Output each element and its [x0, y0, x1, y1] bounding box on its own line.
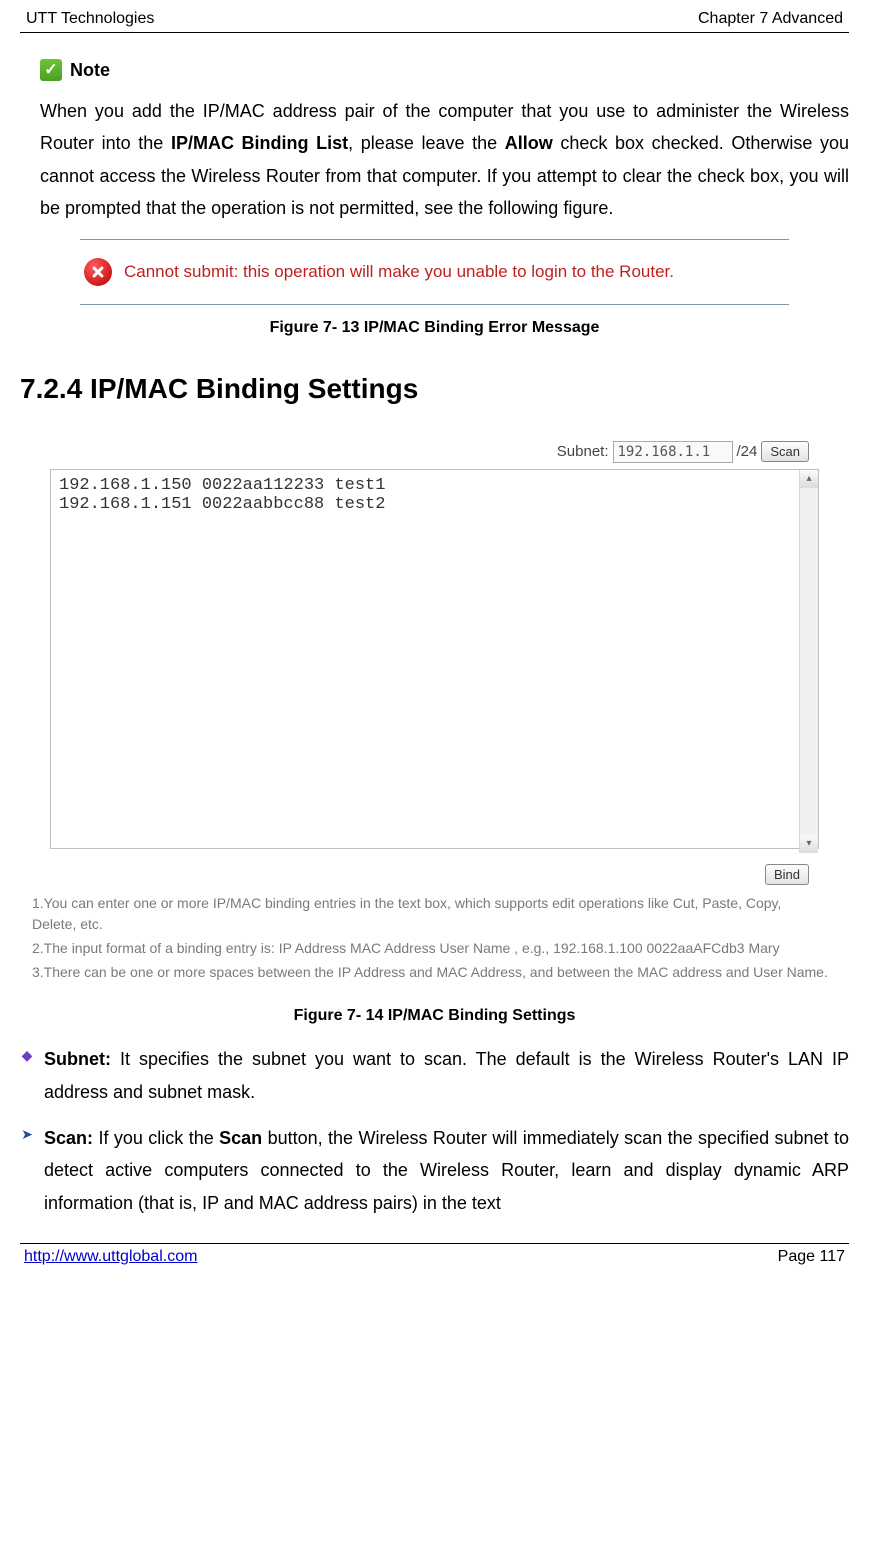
section-heading: 7.2.4 IP/MAC Binding Settings — [20, 373, 849, 405]
scroll-down-icon[interactable]: ▾ — [800, 835, 818, 853]
scan-def-label: Scan: — [44, 1128, 93, 1148]
check-icon — [40, 59, 62, 81]
subnet-def-label: Subnet: — [44, 1049, 111, 1069]
help-line-1: 1.You can enter one or more IP/MAC bindi… — [32, 893, 829, 936]
error-text: Cannot submit: this operation will make … — [124, 262, 674, 282]
scan-definition: Scan: If you click the Scan button, the … — [44, 1122, 849, 1219]
footer-link[interactable]: http://www.uttglobal.com — [24, 1248, 197, 1266]
subnet-label: Subnet: — [557, 443, 609, 460]
note-text-2: , please leave the — [348, 133, 505, 153]
note-bold-1: IP/MAC Binding List — [171, 133, 348, 153]
subnet-def-text: It specifies the subnet you want to scan… — [44, 1049, 849, 1101]
subnet-definition: Subnet: It specifies the subnet you want… — [44, 1043, 849, 1108]
mask-label: /24 — [737, 443, 758, 460]
scan-button[interactable]: Scan — [761, 441, 809, 462]
header-right: Chapter 7 Advanced — [698, 10, 843, 28]
help-line-3: 3.There can be one or more spaces betwee… — [32, 962, 829, 984]
header-left: UTT Technologies — [26, 10, 154, 28]
help-line-2: 2.The input format of a binding entry is… — [32, 938, 829, 960]
bullet-diamond-icon: ◆ — [20, 1043, 34, 1108]
bullet-arrow-icon: ➤ — [20, 1122, 34, 1219]
scrollbar[interactable]: ▴ ▾ — [799, 470, 818, 853]
header-rule — [20, 32, 849, 33]
scan-def-bold: Scan — [219, 1128, 262, 1148]
scan-def-text-a: If you click the — [93, 1128, 219, 1148]
note-paragraph: When you add the IP/MAC address pair of … — [40, 95, 849, 225]
binding-textarea[interactable] — [50, 469, 819, 849]
figure-7-14-caption: Figure 7- 14 IP/MAC Binding Settings — [20, 1007, 849, 1025]
note-label: Note — [70, 60, 110, 81]
figure-7-13-caption: Figure 7- 13 IP/MAC Binding Error Messag… — [20, 319, 849, 337]
note-bold-2: Allow — [505, 133, 553, 153]
error-icon — [84, 258, 112, 286]
scroll-up-icon[interactable]: ▴ — [800, 470, 818, 488]
subnet-input[interactable] — [613, 441, 733, 463]
error-banner: Cannot submit: this operation will make … — [80, 239, 789, 305]
page-number: Page 117 — [778, 1248, 845, 1266]
bind-button[interactable]: Bind — [765, 864, 809, 885]
footer-rule — [20, 1243, 849, 1244]
